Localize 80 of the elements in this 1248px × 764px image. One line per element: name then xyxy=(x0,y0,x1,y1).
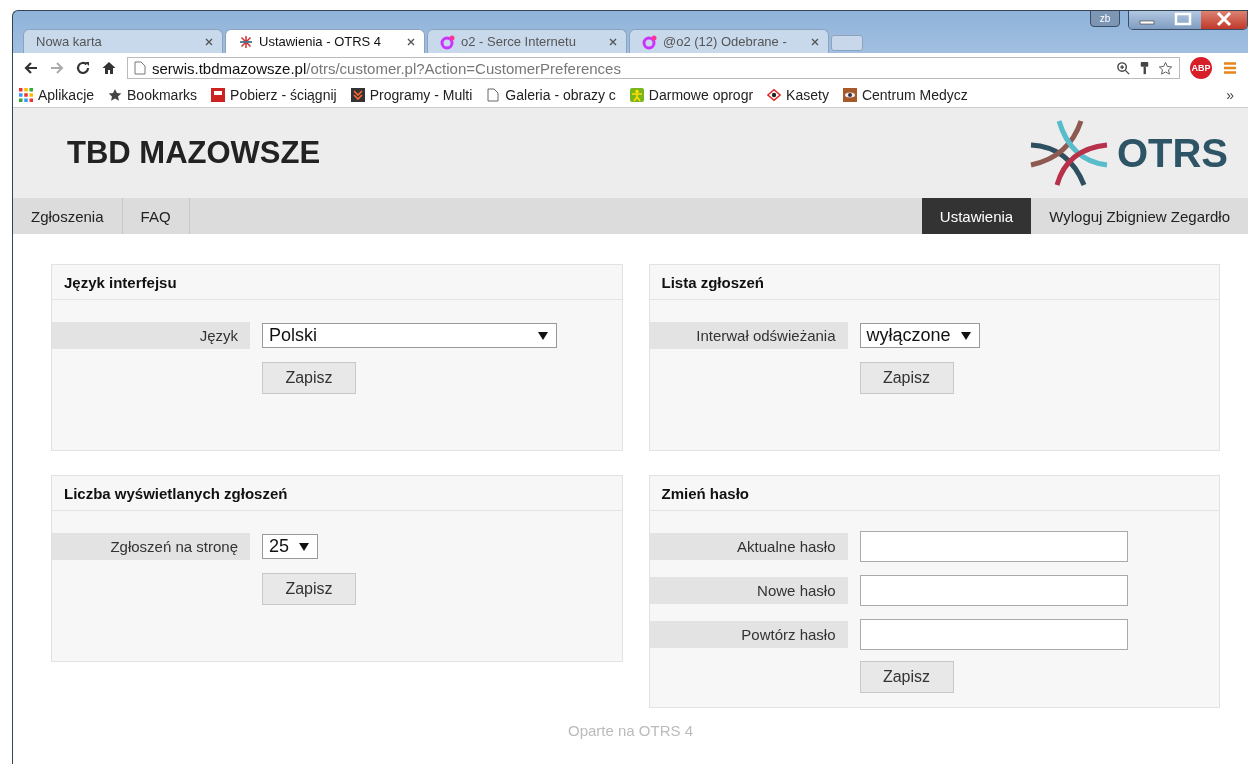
field-label: Aktualne hasło xyxy=(649,533,848,560)
zoom-icon[interactable] xyxy=(1116,60,1131,76)
bookmark-label: Darmowe oprogr xyxy=(648,87,754,103)
bookmark-label: Centrum Medycz xyxy=(861,87,968,103)
site-title: TBD MAZOWSZE xyxy=(67,135,321,171)
close-icon[interactable] xyxy=(810,36,820,47)
chevron-down-icon xyxy=(350,88,365,102)
bookmark-label: Bookmarks xyxy=(127,87,198,103)
save-button[interactable]: Zapisz xyxy=(859,362,954,394)
password-field[interactable] xyxy=(859,575,1128,606)
ring-icon xyxy=(642,33,658,50)
panel-title: Język interfejsu xyxy=(64,273,177,291)
field-label: Nowe hasło xyxy=(649,577,848,604)
browser-tab[interactable]: Ustawienia - OTRS 4 xyxy=(225,29,425,53)
bookmark-item[interactable]: Centrum Medycz xyxy=(842,87,968,103)
ring-icon xyxy=(440,33,456,50)
browser-tab[interactable]: Nowa karta xyxy=(23,29,223,53)
star-icon[interactable] xyxy=(1158,60,1173,76)
select-field[interactable]: Polski xyxy=(262,323,557,348)
field-label: Interwał odświeżania xyxy=(649,322,848,349)
back-arrow-icon[interactable] xyxy=(23,60,39,76)
dropdown-triangle-icon xyxy=(960,331,971,340)
bookmark-label: Programy - Multi xyxy=(369,87,473,103)
select-field[interactable]: 25 xyxy=(262,534,319,559)
address-bar[interactable]: serwis.tbdmazowsze.pl/otrs/customer.pl?Action=CustomerPreferences xyxy=(127,57,1180,79)
browser-tab[interactable]: o2 - Serce Internetu xyxy=(427,29,627,53)
save-button[interactable]: Zapisz xyxy=(859,661,954,693)
bookmark-item[interactable]: Pobierz - ściągnij xyxy=(211,87,337,103)
figure-icon xyxy=(629,88,644,102)
field-label: Zgłoszeń na stronę xyxy=(52,533,250,560)
page-icon xyxy=(134,61,146,75)
save-button[interactable]: Zapisz xyxy=(262,573,356,605)
password-field[interactable] xyxy=(859,619,1128,650)
save-button[interactable]: Zapisz xyxy=(262,362,356,394)
select-field[interactable]: wyłączone xyxy=(859,323,980,348)
close-icon[interactable] xyxy=(204,36,214,47)
browser-tab[interactable]: @o2 (12) Odebrane - xyxy=(629,29,829,53)
home-icon[interactable] xyxy=(101,60,117,76)
bookmark-label: Kasety xyxy=(786,87,829,103)
bookmark-item[interactable]: Darmowe oprogr xyxy=(629,87,754,103)
url-text: serwis.tbdmazowsze.pl/otrs/customer.pl?Action=CustomerPreferences xyxy=(152,59,622,77)
star-burst-icon xyxy=(238,33,254,50)
magazine-icon xyxy=(211,88,226,102)
tab-title: @o2 (12) Odebrane - xyxy=(663,34,788,49)
logo-text: OTRS xyxy=(1116,130,1228,176)
nav-link[interactable]: Zgłoszenia xyxy=(13,198,123,234)
nav-link[interactable]: Ustawienia xyxy=(921,198,1032,234)
field-label: Język xyxy=(52,322,250,349)
dropdown-triangle-icon xyxy=(538,331,548,340)
field-label: Powtórz hasło xyxy=(649,621,848,648)
nav-link[interactable]: Wyloguj Zbigniew Zegardło xyxy=(1031,198,1248,234)
nav-link[interactable]: FAQ xyxy=(122,198,190,234)
bookmark-label: Pobierz - ściągnij xyxy=(230,87,337,103)
panel-title: Lista zgłoszeń xyxy=(661,273,765,291)
bookmark-item[interactable]: Programy - Multi xyxy=(350,87,473,103)
close-icon[interactable] xyxy=(1201,11,1247,29)
star-icon xyxy=(108,88,123,102)
panel-title: Zmień hasło xyxy=(661,484,750,502)
grid-icon xyxy=(19,88,33,102)
dropdown-triangle-icon xyxy=(299,542,310,551)
page-icon xyxy=(486,88,501,102)
more-bookmarks-button[interactable]: » xyxy=(1226,87,1234,103)
tab-title: Nowa karta xyxy=(36,34,103,49)
maximize-icon[interactable] xyxy=(1165,11,1201,29)
panel-title: Liczba wyświetlanych zgłoszeń xyxy=(64,484,288,502)
password-field[interactable] xyxy=(859,531,1128,562)
eye-target-icon xyxy=(767,88,782,102)
tab-title: o2 - Serce Internetu xyxy=(461,34,577,49)
eye-icon xyxy=(842,88,857,102)
bookmark-item[interactable]: Kasety xyxy=(767,87,829,103)
reload-icon[interactable] xyxy=(75,60,91,76)
bookmark-label: Aplikacje xyxy=(38,87,95,103)
close-icon[interactable] xyxy=(608,36,618,47)
adblock-badge[interactable]: ABP xyxy=(1190,57,1212,79)
footer-text: Oparte na OTRS 4 xyxy=(567,722,694,739)
bookmark-item[interactable]: Aplikacje xyxy=(19,87,95,103)
menu-icon[interactable] xyxy=(1222,60,1238,76)
bookmark-item[interactable]: Bookmarks xyxy=(108,87,198,103)
close-icon[interactable] xyxy=(406,36,416,47)
tab-title: Ustawienia - OTRS 4 xyxy=(259,34,383,49)
